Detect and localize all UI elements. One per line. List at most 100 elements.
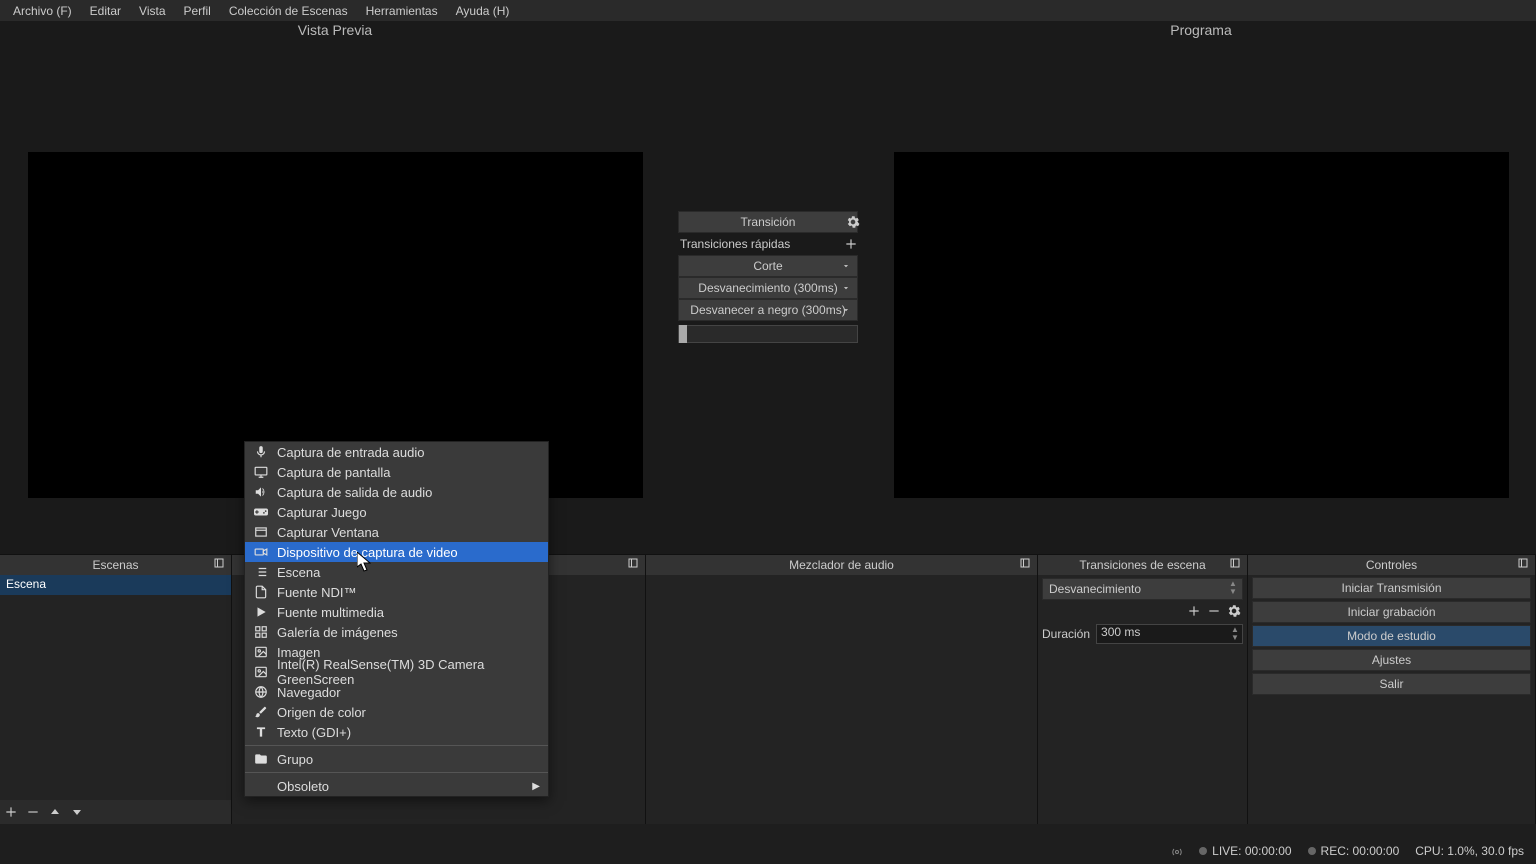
source-option-mic[interactable]: Captura de entrada audio: [245, 442, 548, 462]
source-option-gamepad[interactable]: Capturar Juego: [245, 502, 548, 522]
duration-input[interactable]: 300 ms ▲▼: [1096, 624, 1243, 644]
transition-settings-icon[interactable]: [846, 215, 860, 229]
add-quick-transition-icon[interactable]: [844, 237, 858, 251]
controls-title: Controles: [1366, 558, 1417, 572]
status-stream-indicator: [1171, 846, 1183, 858]
folder-icon: [253, 751, 269, 767]
fade-black-label: Desvanecer a negro (300ms): [690, 303, 845, 317]
add-transition-button[interactable]: [1187, 604, 1201, 618]
transition-button[interactable]: Transición: [678, 211, 858, 233]
studio-mode-button[interactable]: Modo de estudio: [1252, 625, 1531, 647]
remove-transition-button[interactable]: [1207, 604, 1221, 618]
source-option-label: Fuente NDI™: [277, 585, 356, 600]
tbar-slider[interactable]: [678, 325, 858, 343]
source-option-speaker[interactable]: Captura de salida de audio: [245, 482, 548, 502]
window-icon: [253, 524, 269, 540]
spin-down-icon[interactable]: ▼: [1228, 588, 1238, 596]
remove-scene-button[interactable]: [26, 805, 40, 819]
source-option-label: Galería de imágenes: [277, 625, 398, 640]
duration-label: Duración: [1042, 627, 1090, 641]
obsolete-submenu[interactable]: Obsoleto ▶: [245, 776, 548, 796]
cut-dropdown[interactable]: Corte: [678, 255, 858, 277]
menu-bar: Archivo (F) Editar Vista Perfil Colecció…: [0, 0, 1536, 21]
source-option-gallery[interactable]: Galería de imágenes: [245, 622, 548, 642]
popout-icon[interactable]: [1019, 557, 1033, 571]
menu-file[interactable]: Archivo (F): [4, 2, 81, 20]
quick-transitions-label: Transiciones rápidas: [678, 237, 844, 251]
source-option-play[interactable]: Fuente multimedia: [245, 602, 548, 622]
source-option-label: Captura de salida de audio: [277, 485, 432, 500]
fade-dropdown[interactable]: Desvanecimiento (300ms): [678, 277, 858, 299]
spin-down-icon[interactable]: ▼: [1230, 634, 1240, 642]
mixer-header: Mezclador de audio: [646, 555, 1037, 575]
source-option-list[interactable]: Escena: [245, 562, 548, 582]
scene-transitions-header: Transiciones de escena: [1038, 555, 1247, 575]
source-option-file[interactable]: Fuente NDI™: [245, 582, 548, 602]
duration-value: 300 ms: [1101, 625, 1140, 639]
popout-icon[interactable]: [1229, 557, 1243, 571]
group-option[interactable]: Grupo: [245, 749, 548, 769]
source-option-label: Intel(R) RealSense(TM) 3D Camera GreenSc…: [277, 657, 540, 687]
scene-row[interactable]: Escena: [0, 575, 231, 595]
exit-button[interactable]: Salir: [1252, 673, 1531, 695]
settings-button[interactable]: Ajustes: [1252, 649, 1531, 671]
scenes-title: Escenas: [92, 558, 138, 572]
program-label: Programa: [866, 21, 1536, 41]
menu-help[interactable]: Ayuda (H): [447, 2, 519, 20]
chevron-down-icon: [841, 261, 851, 271]
start-recording-button[interactable]: Iniciar grabación: [1252, 601, 1531, 623]
source-option-label: Capturar Juego: [277, 505, 367, 520]
preview-label: Vista Previa: [0, 21, 670, 41]
source-option-image[interactable]: Intel(R) RealSense(TM) 3D Camera GreenSc…: [245, 662, 548, 682]
gallery-icon: [253, 624, 269, 640]
source-option-label: Fuente multimedia: [277, 605, 384, 620]
source-option-text[interactable]: Texto (GDI+): [245, 722, 548, 742]
source-option-monitor[interactable]: Captura de pantalla: [245, 462, 548, 482]
program-canvas[interactable]: [866, 41, 1536, 554]
fade-label: Desvanecimiento (300ms): [698, 281, 837, 295]
chevron-down-icon: [841, 283, 851, 293]
fade-black-dropdown[interactable]: Desvanecer a negro (300ms): [678, 299, 858, 321]
menu-edit[interactable]: Editar: [81, 2, 130, 20]
menu-view[interactable]: Vista: [130, 2, 174, 20]
source-option-label: Escena: [277, 565, 320, 580]
submenu-arrow-icon: ▶: [532, 781, 540, 792]
status-bar: LIVE: 00:00:00 REC: 00:00:00 CPU: 1.0%, …: [0, 824, 1536, 864]
add-source-context-menu: Captura de entrada audioCaptura de panta…: [244, 441, 549, 797]
transition-select-label: Desvanecimiento: [1049, 582, 1141, 596]
source-option-brush[interactable]: Origen de color: [245, 702, 548, 722]
popout-icon[interactable]: [627, 557, 641, 571]
list-icon: [253, 564, 269, 580]
speaker-icon: [253, 484, 269, 500]
image-icon: [253, 664, 269, 680]
add-scene-button[interactable]: [4, 805, 18, 819]
obsolete-label: Obsoleto: [277, 779, 329, 794]
menu-scene-collection[interactable]: Colección de Escenas: [220, 2, 357, 20]
popout-icon[interactable]: [1517, 557, 1531, 571]
mic-icon: [253, 444, 269, 460]
scene-transitions-title: Transiciones de escena: [1079, 558, 1205, 572]
source-option-label: Texto (GDI+): [277, 725, 351, 740]
source-option-window[interactable]: Capturar Ventana: [245, 522, 548, 542]
menu-tools[interactable]: Herramientas: [357, 2, 447, 20]
monitor-icon: [253, 464, 269, 480]
cut-label: Corte: [753, 259, 782, 273]
text-icon: [253, 724, 269, 740]
transition-select[interactable]: Desvanecimiento ▲▼: [1042, 578, 1243, 600]
source-option-camera[interactable]: Dispositivo de captura de video: [245, 542, 548, 562]
slider-thumb[interactable]: [679, 325, 687, 343]
camera-icon: [253, 544, 269, 560]
menu-profile[interactable]: Perfil: [175, 2, 220, 20]
popout-icon[interactable]: [213, 557, 227, 571]
source-option-label: Origen de color: [277, 705, 366, 720]
mixer-body: [646, 575, 1037, 824]
source-option-label: Navegador: [277, 685, 341, 700]
program-video: [894, 152, 1509, 498]
start-streaming-button[interactable]: Iniciar Transmisión: [1252, 577, 1531, 599]
controls-header: Controles: [1248, 555, 1535, 575]
scenes-list[interactable]: Escena: [0, 575, 231, 824]
move-up-button[interactable]: [48, 805, 62, 819]
transition-settings-button[interactable]: [1227, 604, 1241, 618]
move-down-button[interactable]: [70, 805, 84, 819]
file-icon: [253, 584, 269, 600]
